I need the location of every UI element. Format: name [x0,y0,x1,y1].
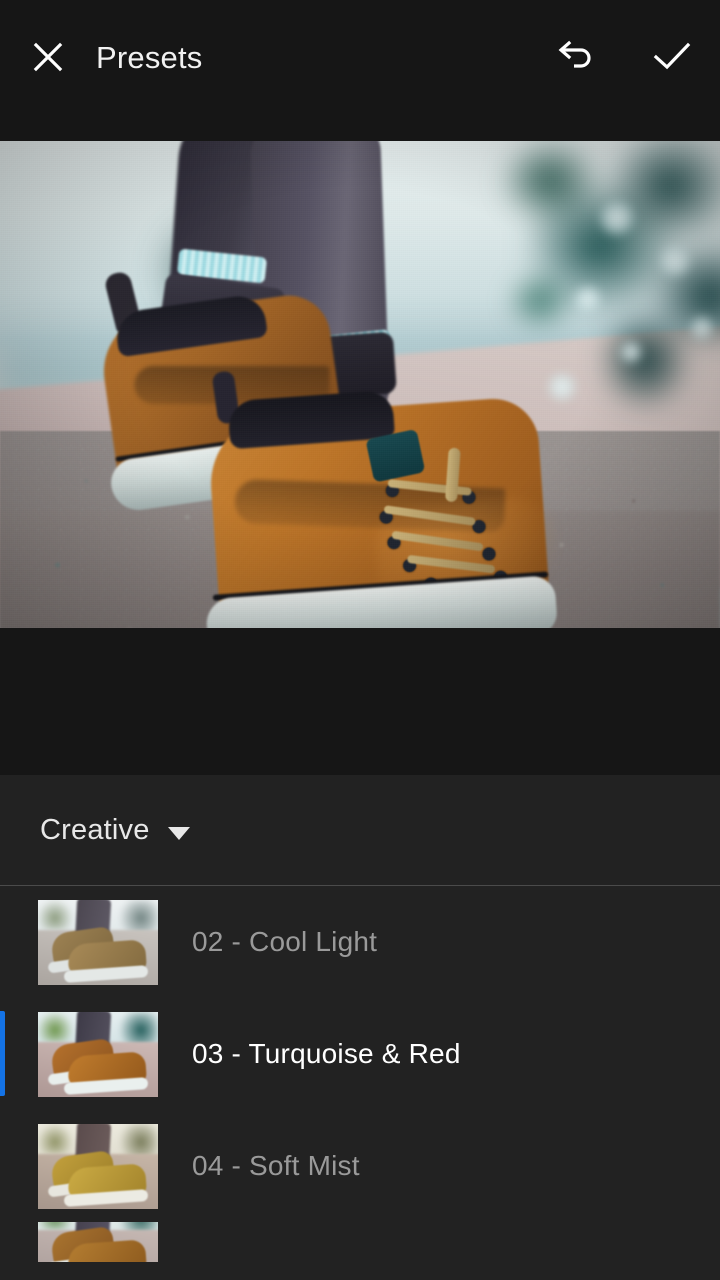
thumb-foliage-left [38,1011,72,1042]
preset-thumbnail [38,1011,158,1097]
chevron-down-icon [167,826,190,840]
list-item[interactable] [0,1222,720,1262]
preview-backdrop [0,628,720,775]
presets-screen: Presets Creative 02 - Cool Light 03 - Tu… [0,0,720,1280]
list-item[interactable]: 02 - Cool Light [0,886,720,998]
confirm-button[interactable] [650,36,694,78]
preset-thumbnail [38,1222,158,1262]
thumb-foliage-left [38,1123,72,1154]
preset-name: 02 - Cool Light [192,926,378,957]
preset-thumbnail [38,899,158,985]
shoe-front [204,370,585,628]
preset-category-selector[interactable]: Creative [0,775,720,885]
bokeh-dot [690,316,714,340]
photo-preview[interactable] [0,141,720,628]
close-button[interactable] [26,35,70,79]
undo-button[interactable] [554,36,598,78]
bokeh-dot [600,201,634,235]
preset-list[interactable]: 02 - Cool Light 03 - Turquoise & Red 04 … [0,886,720,1280]
photo-canvas [0,141,720,628]
bokeh-dot [575,286,601,312]
undo-icon [558,40,591,68]
thumb-foliage-left [38,1222,72,1230]
list-item[interactable]: 03 - Turquoise & Red [0,998,720,1110]
bokeh-dot [620,341,642,363]
thumb-foliage-left [38,899,72,930]
preset-category-label: Creative [40,813,150,846]
app-header: Presets [0,0,720,141]
bokeh-dot [660,246,690,276]
presets-panel: Creative 02 - Cool Light 03 - Turquoise … [0,775,720,1280]
preset-thumbnail [38,1123,158,1209]
close-icon [33,42,63,72]
list-item[interactable]: 04 - Soft Mist [0,1110,720,1222]
check-icon [653,42,691,70]
selection-indicator [0,1011,5,1096]
preset-name: 04 - Soft Mist [192,1150,360,1181]
preset-name: 03 - Turquoise & Red [192,1038,461,1069]
page-title: Presets [96,40,203,75]
